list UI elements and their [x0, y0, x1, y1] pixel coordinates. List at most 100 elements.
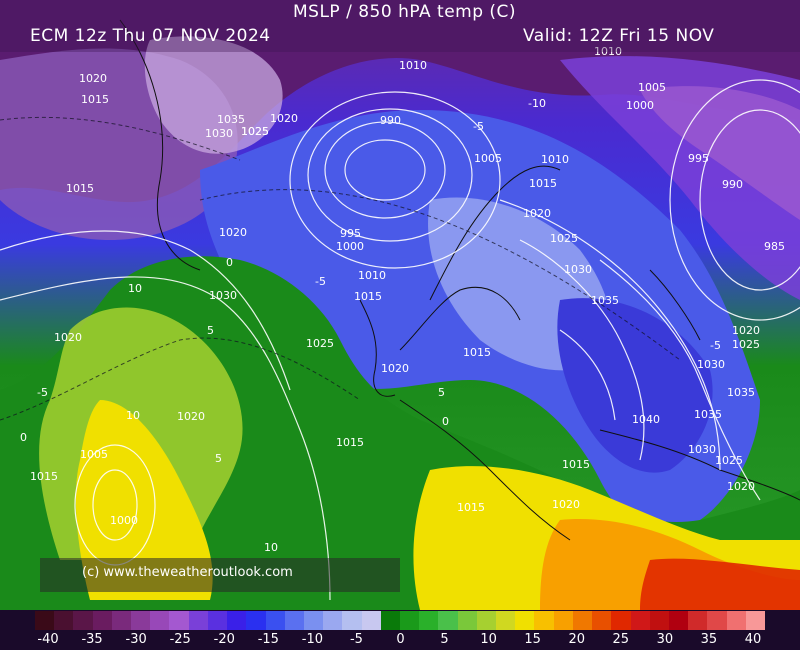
isobar-label: 1015 — [66, 182, 94, 195]
isobar-label: 1030 — [697, 358, 725, 371]
scale-tick-label: -35 — [81, 632, 103, 647]
scale-tick-label: 20 — [568, 632, 586, 647]
isobar-label: 1030 — [688, 443, 716, 456]
scale-swatch — [630, 611, 651, 630]
scale-swatch — [515, 611, 535, 630]
scale-tick-label: -20 — [213, 632, 235, 647]
temperature-label: 10 — [128, 282, 142, 295]
scale-swatch — [111, 611, 132, 630]
isobar-label: 1020 — [732, 324, 760, 337]
isobar-label: 1015 — [354, 290, 382, 303]
scale-tick-label: -5 — [349, 632, 363, 647]
scale-tick-label: 40 — [744, 632, 762, 647]
weather-map: 1020 1015 1010 1010 1025 1020 1035 1030 … — [0, 0, 800, 610]
isobar-label: 1005 — [80, 448, 108, 461]
scale-swatch — [131, 611, 151, 630]
scale-swatch — [438, 611, 459, 630]
scale-swatch — [227, 611, 247, 630]
isobar-label: 1020 — [523, 207, 551, 220]
temperature-scale-ticks: -40 -35 -30 -25 -20 -15 -10 -5 0 5 10 15 20 25 30 35 40 — [0, 632, 800, 650]
scale-tick-label: 30 — [656, 632, 674, 647]
scale-swatch — [668, 611, 689, 630]
isobar-label: 1005 — [638, 81, 666, 94]
isobar-label: 1020 — [54, 331, 82, 344]
temperature-label: -5 — [473, 120, 484, 133]
scale-tick-label: -40 — [37, 632, 59, 647]
scale-swatch — [303, 611, 324, 630]
isobar-label: 985 — [764, 240, 785, 253]
scale-swatch — [572, 611, 593, 630]
scale-swatch — [342, 611, 363, 630]
scale-tick-label: 15 — [524, 632, 541, 647]
scale-swatch — [496, 611, 516, 630]
temperature-label: 10 — [264, 541, 278, 554]
isobar-label: 1030 — [205, 127, 233, 140]
scale-tick-label: 10 — [480, 632, 497, 647]
isobar-label: 1015 — [81, 93, 109, 106]
scale-swatch — [380, 611, 401, 630]
isobar-label: 1020 — [79, 72, 107, 85]
isobar-label: 1005 — [474, 152, 502, 165]
scale-tick-label: -25 — [169, 632, 191, 647]
temperature-color-scale — [35, 611, 766, 630]
scale-swatch — [35, 611, 55, 630]
temperature-label: 0 — [20, 431, 27, 444]
temperature-label: 10 — [126, 409, 140, 422]
isobar-label: 1010 — [399, 59, 427, 72]
scale-swatch — [323, 611, 343, 630]
temperature-label: 0 — [226, 256, 233, 269]
isobar-label: 1035 — [694, 408, 722, 421]
scale-swatch — [361, 611, 382, 630]
scale-swatch — [54, 611, 74, 630]
isobar-label: 1020 — [177, 410, 205, 423]
temperature-label: -5 — [315, 275, 326, 288]
temperature-label: 5 — [438, 386, 445, 399]
isobar-label: 1030 — [564, 263, 592, 276]
isobar-label: 1015 — [463, 346, 491, 359]
scale-swatch — [707, 611, 728, 630]
isobar-label: 1015 — [30, 470, 58, 483]
isobar-label: 1015 — [562, 458, 590, 471]
isobar-label: 1020 — [219, 226, 247, 239]
scale-swatch — [169, 611, 190, 630]
model-run-label: ECM 12z Thu 07 NOV 2024 — [30, 26, 271, 46]
scale-swatch — [419, 611, 439, 630]
isobar-label: 1040 — [632, 413, 660, 426]
scale-tick-label: 35 — [700, 632, 718, 647]
scale-tick-label: 5 — [440, 632, 449, 647]
scale-swatch — [649, 611, 670, 630]
scale-swatch — [745, 611, 766, 630]
scale-swatch — [400, 611, 420, 630]
scale-swatch — [688, 611, 708, 630]
isobar-label: 1000 — [336, 240, 364, 253]
scale-swatch — [457, 611, 478, 630]
isobar-label: 1000 — [110, 514, 138, 527]
copyright-box: (c) www.theweatheroutlook.com — [40, 558, 400, 592]
temperature-label: 0 — [442, 415, 449, 428]
isobar-label: 1020 — [552, 498, 580, 511]
temperature-label: -10 — [528, 97, 546, 110]
isobar-label: 1015 — [529, 177, 557, 190]
scale-tick-label: -10 — [301, 632, 323, 647]
copyright-text: (c) www.theweatheroutlook.com — [82, 565, 293, 580]
scale-tick-label: -30 — [125, 632, 147, 647]
isobar-label: 1025 — [550, 232, 578, 245]
isobar-label: 1030 — [209, 289, 237, 302]
scale-swatch — [207, 611, 228, 630]
scale-tick-label: -15 — [257, 632, 279, 647]
scale-tick-label: 0 — [396, 632, 405, 647]
isobar-label: 995 — [340, 227, 361, 240]
scale-swatch — [476, 611, 497, 630]
isobar-label: 1010 — [541, 153, 569, 166]
isobar-label: 1025 — [715, 454, 743, 467]
isobar-label: 1015 — [336, 436, 364, 449]
scale-swatch — [726, 611, 747, 630]
scale-swatch — [284, 611, 305, 630]
isobar-label: 1025 — [241, 125, 269, 138]
weather-map-frame: 1020 1015 1010 1010 1025 1020 1035 1030 … — [0, 0, 800, 650]
temperature-label: -5 — [37, 386, 48, 399]
valid-time-label: Valid: 12Z Fri 15 NOV — [523, 26, 715, 46]
isobar-label: 1015 — [457, 501, 485, 514]
isobar-label: 1025 — [732, 338, 760, 351]
isobar-label: 1010 — [358, 269, 386, 282]
